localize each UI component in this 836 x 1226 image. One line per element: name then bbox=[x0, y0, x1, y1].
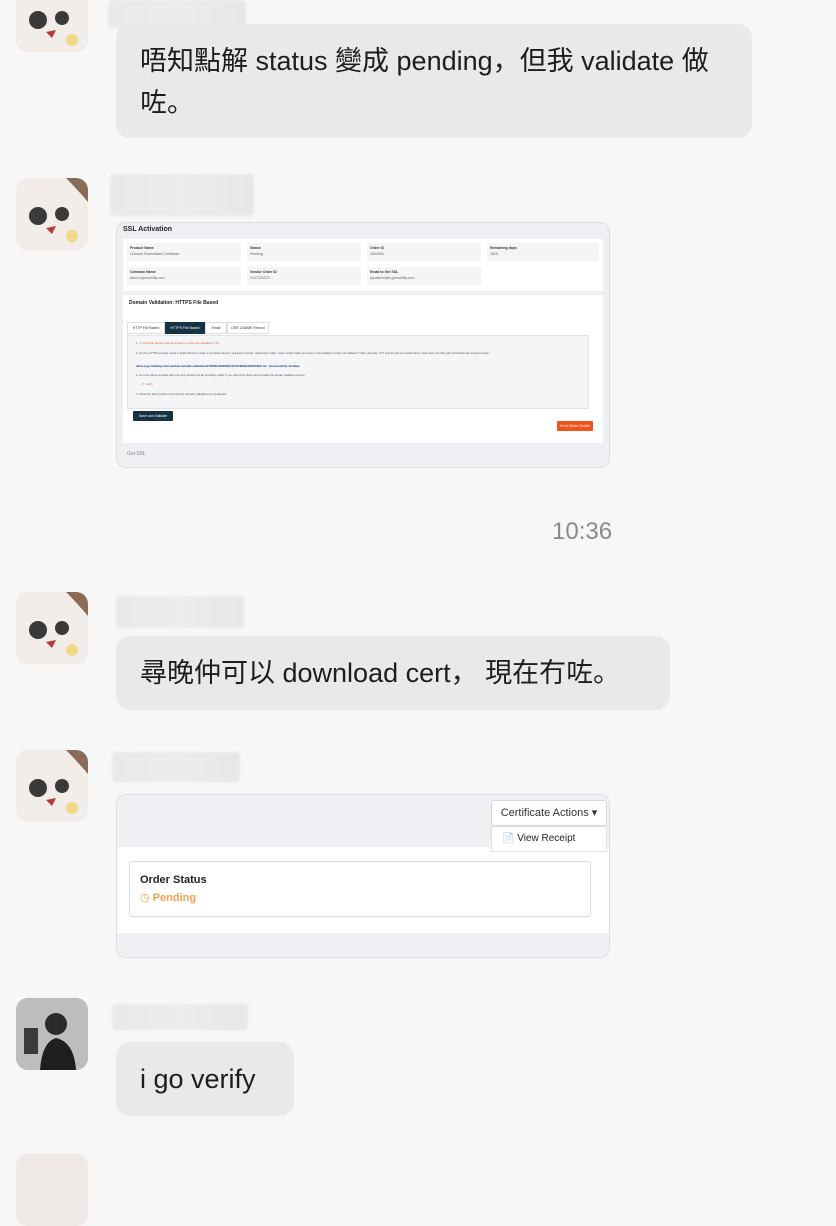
validation-steps: 1. ⚠ Click file button and download it t… bbox=[127, 335, 589, 409]
validation-title: Domain Validation: HTTPS File Based bbox=[129, 300, 219, 306]
avatar[interactable] bbox=[16, 998, 88, 1070]
avatar[interactable] bbox=[16, 178, 88, 250]
screenshot-order-status[interactable]: Certificate Actions ▾ 📄 View Receipt Ord… bbox=[116, 794, 610, 958]
message-bubble[interactable]: i go verify bbox=[116, 1042, 294, 1116]
avatar[interactable] bbox=[16, 592, 88, 664]
message-text: i go verify bbox=[140, 1064, 256, 1094]
status-badge: ◷ Pending bbox=[140, 892, 197, 904]
screenshot-ssl-activation[interactable]: SSL Activation Product Name Comodo Essent… bbox=[116, 222, 610, 468]
order-status-card: Order Status ◷ Pending bbox=[129, 861, 591, 917]
avatar[interactable] bbox=[16, 1154, 88, 1226]
details-card: Product Name Comodo Essentialssl Certific… bbox=[123, 239, 603, 291]
ssl-title: SSL Activation bbox=[123, 226, 173, 233]
view-receipt-item[interactable]: 📄 View Receipt bbox=[491, 826, 607, 852]
tab-http[interactable]: HTTP File Based bbox=[127, 322, 165, 334]
sender-name bbox=[110, 174, 254, 216]
tab-https[interactable]: HTTPS File Based bbox=[165, 322, 205, 334]
avatar[interactable] bbox=[16, 750, 88, 822]
timestamp: 10:36 bbox=[552, 518, 613, 545]
message-text: 唔知點解 status 變成 pending，但我 validate 做咗。 bbox=[140, 46, 709, 118]
footer-text: Get SSL bbox=[127, 451, 146, 457]
avatar[interactable] bbox=[16, 0, 88, 52]
tab-dns[interactable]: DNS CNAME Record bbox=[227, 322, 269, 334]
message-text: 尋晚仲可以 download cert， 現在冇咗。 bbox=[140, 658, 621, 688]
document-icon: 📄 bbox=[502, 833, 515, 844]
clock-icon: ◷ bbox=[140, 892, 150, 904]
sender-name bbox=[112, 752, 240, 782]
certificate-actions-button[interactable]: Certificate Actions ▾ bbox=[491, 800, 607, 826]
message-bubble[interactable]: 尋晚仲可以 download cert， 現在冇咗。 bbox=[116, 636, 670, 710]
message-bubble[interactable]: 唔知點解 status 變成 pending，但我 validate 做咗。 bbox=[116, 24, 752, 138]
sender-name bbox=[112, 1004, 248, 1030]
order-details-button[interactable]: Go to Order Details bbox=[557, 421, 593, 431]
tab-email[interactable]: Email bbox=[205, 322, 227, 334]
save-validate-button[interactable]: Save and Validate bbox=[133, 411, 173, 421]
sender-name bbox=[116, 596, 244, 628]
order-status-label: Order Status bbox=[140, 874, 207, 886]
